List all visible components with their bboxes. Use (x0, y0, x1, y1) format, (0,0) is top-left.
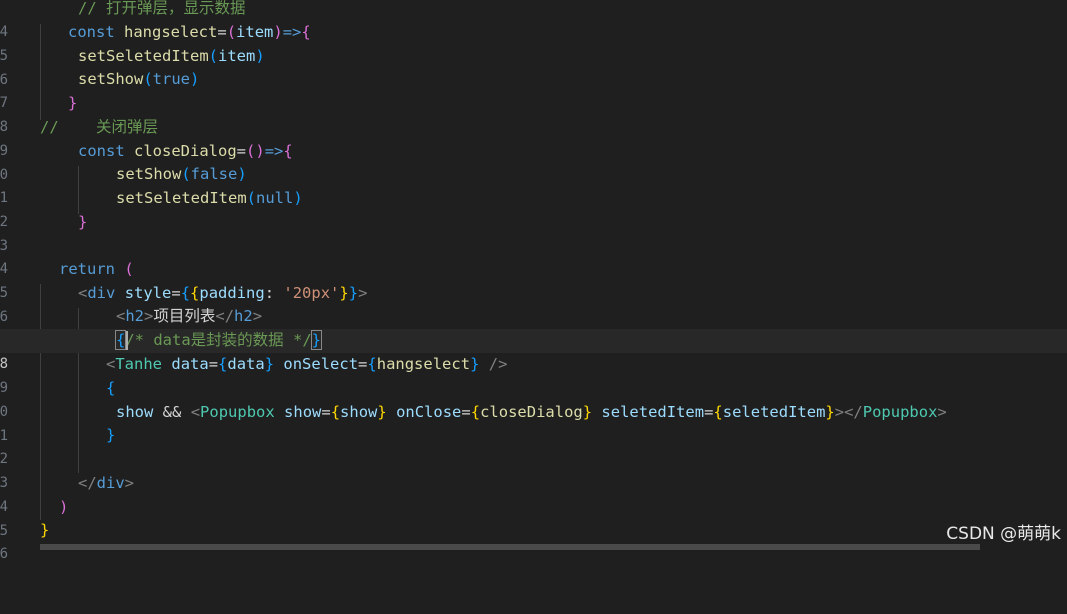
keyword: const (68, 23, 115, 41)
jsx-component: Popupbox (200, 403, 275, 421)
operator: && (162, 403, 182, 421)
identifier: hangselect (124, 23, 218, 41)
code-line: 5 const hangselect=(item)=>{ (0, 21, 1067, 64)
keyword: const (78, 142, 125, 160)
code-line: 2 } (0, 424, 1067, 467)
jsx-attr: style (124, 284, 172, 302)
code-line: 4 (0, 234, 1067, 277)
jsx-tag: h2 (234, 307, 253, 325)
code-line: 3 } (0, 211, 1067, 254)
jsx-value: show (340, 403, 378, 421)
code-line: 1 setShow(false) (0, 163, 1067, 206)
jsx-component: Popupbox (862, 403, 938, 421)
horizontal-scrollbar[interactable] (40, 544, 980, 550)
jsx-value: seletedItem (722, 403, 826, 421)
keyword: return (59, 260, 115, 278)
code-line-current: 8 {/* data是封装的数据 */} (0, 329, 1067, 372)
jsx-attr: show (284, 403, 322, 421)
code-line: 5 ) (0, 496, 1067, 539)
function-call: setShow (116, 165, 182, 183)
jsx-tag: h2 (125, 307, 145, 325)
code-line: 4 </div> (0, 472, 1067, 515)
code-line: 7 setShow(true) (0, 68, 1067, 111)
code-line: 4 // 打开弹层，显示数据 (0, 0, 1067, 40)
arg: item (218, 47, 256, 65)
arg: null (256, 189, 294, 207)
jsx-component: Tanhe (115, 355, 163, 373)
code-line: 6 } (0, 519, 1067, 562)
function-call: setSeletedItem (116, 189, 247, 207)
jsx-value: hangselect (376, 355, 471, 373)
code-line: 2 setSeletedItem(null) (0, 187, 1067, 230)
object-key: padding (199, 284, 265, 302)
identifier: closeDialog (134, 142, 237, 160)
comment: // 打开弹层，显示数据 (78, 0, 246, 17)
code-line: 5 return ( (0, 258, 1067, 301)
code-editor[interactable]: 4 // 打开弹层，显示数据 5 const hangselect=(item)… (0, 0, 1067, 562)
code-line: 1 show && <Popupbox show={show} onClose=… (0, 401, 1067, 444)
code-line: 6 <div style={{padding: '20px'}}> (0, 282, 1067, 325)
code-line: 9 <Tanhe data={data} onSelect={hangselec… (0, 353, 1067, 396)
jsx-text: 项目列表 (153, 307, 216, 325)
comment: // 关闭弹层 (40, 118, 158, 136)
comment: /* data是封装的数据 */ (125, 331, 312, 349)
code-line: 9 // 关闭弹层 (0, 116, 1067, 159)
jsx-tag: div (87, 284, 116, 302)
arg: true (152, 70, 190, 88)
function-call: setShow (78, 70, 144, 88)
line-number: 6 (0, 545, 8, 562)
code-line: 7 <h2>项目列表</h2> (0, 305, 1067, 348)
string: '20px' (283, 284, 340, 302)
text-cursor (126, 331, 128, 350)
identifier: show (116, 403, 154, 421)
jsx-value: closeDialog (480, 403, 583, 421)
code-line: 0 { (0, 377, 1067, 420)
jsx-attr: onSelect (283, 355, 359, 373)
jsx-attr: data (171, 355, 209, 373)
arg: false (190, 165, 238, 183)
code-line: 6 setSeletedItem(item) (0, 45, 1067, 88)
code-line: 0 const closeDialog=()=>{ (0, 140, 1067, 183)
jsx-tag: div (96, 474, 125, 492)
watermark: CSDN @萌萌k (946, 524, 1061, 544)
code-line: 8 } (0, 92, 1067, 135)
function-call: setSeletedItem (78, 47, 209, 65)
param: item (236, 23, 274, 41)
jsx-value: data (227, 355, 265, 373)
jsx-attr: seletedItem (601, 403, 705, 421)
code-line: 3 (0, 448, 1067, 491)
jsx-attr: onClose (396, 403, 462, 421)
